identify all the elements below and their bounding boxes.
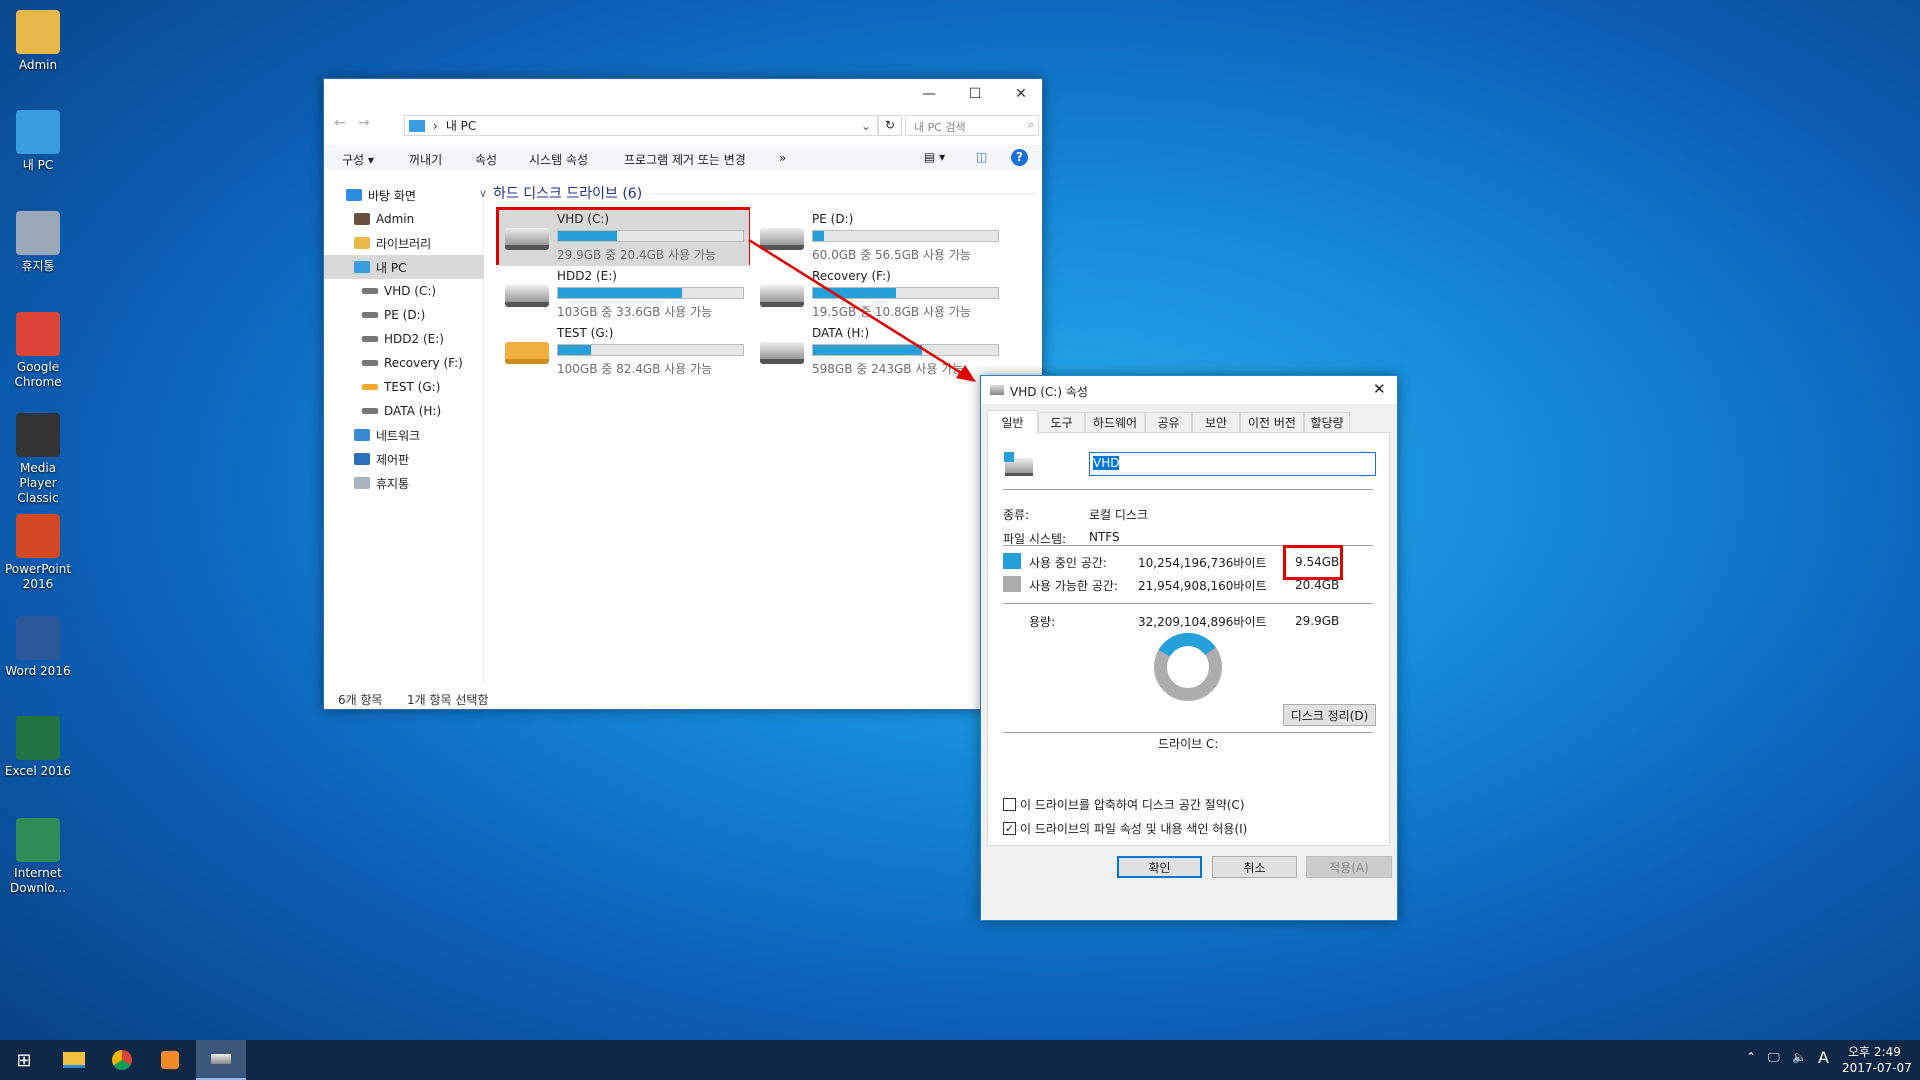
capacity-gb: 29.9GB xyxy=(1295,614,1340,628)
apply-button[interactable]: 적용(A) xyxy=(1306,856,1392,878)
ok-label: 확인 xyxy=(1148,860,1171,875)
divider xyxy=(1003,732,1373,733)
disk-cleanup-label: 디스크 정리(D) xyxy=(1290,708,1369,723)
media-player-icon xyxy=(161,1051,179,1069)
used-space-bytes: 10,254,196,736바이트 xyxy=(1138,556,1267,570)
type-value: 로컬 디스크 xyxy=(1089,508,1149,522)
compress-label: 이 드라이브를 압축하여 디스크 공간 절약(C) xyxy=(1020,798,1245,812)
windows-logo-icon: ⊞ xyxy=(16,1049,32,1071)
chrome-icon xyxy=(112,1050,132,1070)
folder-icon xyxy=(63,1052,85,1068)
cancel-label: 취소 xyxy=(1243,860,1266,875)
arrow-head xyxy=(956,365,976,382)
volume-icon[interactable]: 🔈 xyxy=(1792,1050,1807,1064)
tab-1[interactable]: 도구 xyxy=(1038,412,1085,432)
capacity-label: 용량: xyxy=(1029,615,1056,629)
show-hidden-icons[interactable]: ⌃ xyxy=(1746,1050,1756,1064)
ime-indicator[interactable]: A xyxy=(1818,1048,1829,1067)
disk-cleanup-button[interactable]: 디스크 정리(D) xyxy=(1283,704,1376,726)
volume-name-value: VHD xyxy=(1093,456,1120,470)
tab-6[interactable]: 할당량 xyxy=(1304,412,1350,432)
taskbar-drive-properties[interactable] xyxy=(196,1040,246,1080)
tab-label: 공유 xyxy=(1157,416,1180,430)
divider xyxy=(1003,603,1373,604)
type-label: 종류: xyxy=(1003,508,1030,522)
used-space-highlight xyxy=(1283,545,1343,580)
cancel-button[interactable]: 취소 xyxy=(1212,856,1297,878)
used-space-label: 사용 중인 공간: xyxy=(1029,556,1107,570)
checkbox-box[interactable]: ✓ xyxy=(1003,822,1016,835)
free-space-gb: 20.4GB xyxy=(1295,578,1340,592)
taskbar-media-player[interactable] xyxy=(146,1040,194,1080)
free-space-swatch xyxy=(1003,576,1021,592)
tab-label: 할당량 xyxy=(1310,416,1344,430)
clock-date[interactable]: 2017-07-07 xyxy=(1842,1061,1912,1075)
arrow-line xyxy=(748,238,967,378)
tab-label: 일반 xyxy=(1001,416,1024,430)
divider xyxy=(1003,489,1373,490)
tab-3[interactable]: 공유 xyxy=(1145,412,1192,432)
tab-general[interactable]: 일반 xyxy=(987,410,1038,434)
tab-5[interactable]: 이전 버전 xyxy=(1240,412,1304,432)
drive-icon xyxy=(211,1054,231,1064)
dialog-close-button[interactable]: ✕ xyxy=(1373,380,1386,398)
usage-donut-chart xyxy=(1154,633,1222,701)
drive-icon xyxy=(990,385,1004,395)
apply-label: 적용(A) xyxy=(1329,860,1369,875)
filesystem-value: NTFS xyxy=(1089,530,1120,544)
index-label: 이 드라이브의 파일 속성 및 내용 색인 허용(I) xyxy=(1020,822,1248,836)
windows-logo-icon xyxy=(1004,452,1014,462)
free-space-bytes: 21,954,908,160바이트 xyxy=(1138,579,1267,593)
annotation-arrow xyxy=(748,238,976,382)
volume-name-input[interactable]: VHD xyxy=(1089,452,1376,476)
dialog-title: VHD (C:) 속성 xyxy=(1010,385,1088,399)
tab-4[interactable]: 보안 xyxy=(1192,412,1240,432)
tab-label: 이전 버전 xyxy=(1248,416,1296,430)
taskbar-file-explorer[interactable] xyxy=(50,1040,98,1080)
tab-label: 도구 xyxy=(1050,416,1073,430)
checkbox-box[interactable] xyxy=(1003,798,1016,811)
tab-label: 보안 xyxy=(1204,416,1228,430)
tab-label: 하드웨어 xyxy=(1092,416,1138,430)
drive-label: 드라이브 C: xyxy=(1158,737,1219,751)
free-space-label: 사용 가능한 공간: xyxy=(1029,579,1118,593)
index-checkbox[interactable]: ✓ 이 드라이브의 파일 속성 및 내용 색인 허용(I) xyxy=(1003,820,1247,837)
start-button[interactable]: ⊞ xyxy=(0,1040,48,1080)
taskbar-chrome[interactable] xyxy=(98,1040,146,1080)
network-icon[interactable]: 🖵 xyxy=(1768,1050,1780,1065)
tab-2[interactable]: 하드웨어 xyxy=(1085,412,1145,432)
compress-checkbox[interactable]: 이 드라이브를 압축하여 디스크 공간 절약(C) xyxy=(1003,796,1245,813)
used-space-swatch xyxy=(1003,553,1021,569)
taskbar xyxy=(0,1040,1920,1080)
clock-time[interactable]: 오후 2:49 xyxy=(1848,1043,1901,1060)
ok-button[interactable]: 확인 xyxy=(1117,856,1202,878)
